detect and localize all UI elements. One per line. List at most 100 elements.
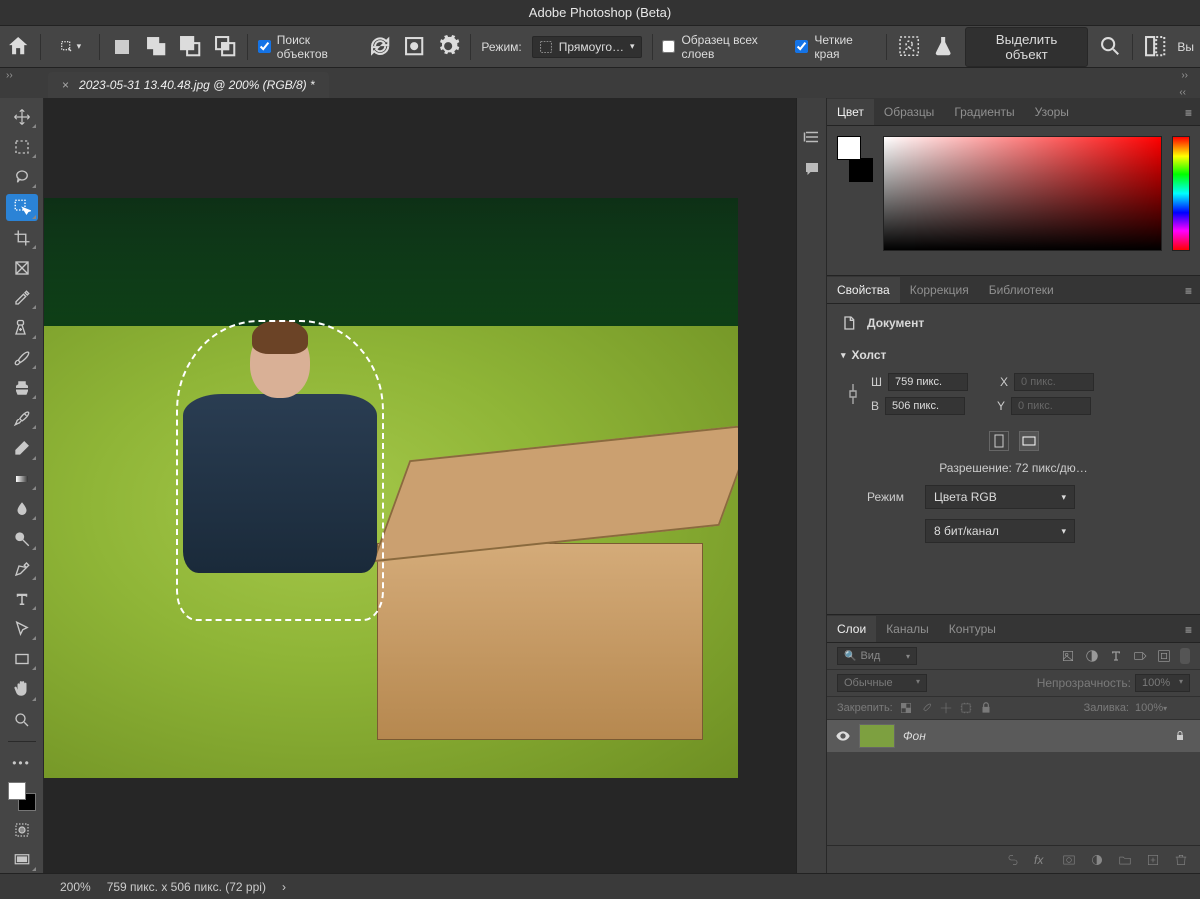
refresh-icon[interactable] xyxy=(368,34,392,60)
lock-artboard-icon[interactable] xyxy=(959,701,973,715)
eraser-tool[interactable] xyxy=(6,435,38,461)
add-selection-icon[interactable] xyxy=(144,34,168,60)
layer-row[interactable]: Фон xyxy=(827,720,1200,752)
hard-edge-checkbox[interactable]: Четкие края xyxy=(795,33,875,61)
panel-menu-icon[interactable]: ≡ xyxy=(1185,106,1192,120)
foreground-background-colors[interactable] xyxy=(6,780,38,813)
panel-menu-icon[interactable]: ≡ xyxy=(1185,623,1192,637)
foreground-swatch[interactable] xyxy=(8,782,26,800)
filter-type-icon[interactable] xyxy=(1108,648,1124,664)
adjustment-layer-icon[interactable] xyxy=(1090,853,1104,867)
screen-mode-tool[interactable] xyxy=(6,847,38,873)
clone-stamp-tool[interactable] xyxy=(6,375,38,401)
healing-brush-tool[interactable] xyxy=(6,315,38,341)
tab-properties[interactable]: Свойства xyxy=(827,277,900,303)
tab-libraries[interactable]: Библиотеки xyxy=(979,277,1064,303)
intersect-selection-icon[interactable] xyxy=(213,34,237,60)
subtract-selection-icon[interactable] xyxy=(178,34,202,60)
tab-color[interactable]: Цвет xyxy=(827,99,874,125)
color-mode-dropdown[interactable]: Цвета RGB▾ xyxy=(925,485,1075,509)
gradient-tool[interactable] xyxy=(6,466,38,492)
link-layers-icon[interactable] xyxy=(1006,853,1020,867)
layer-effects-icon[interactable]: fx xyxy=(1034,853,1048,867)
new-group-icon[interactable] xyxy=(1118,853,1132,867)
sample-all-layers-checkbox[interactable]: Образец всех слоев xyxy=(662,33,785,61)
zoom-level[interactable]: 200% xyxy=(60,880,91,894)
canvas-area[interactable] xyxy=(44,98,796,873)
hand-tool[interactable] xyxy=(6,676,38,702)
bit-depth-dropdown[interactable]: 8 бит/канал▾ xyxy=(925,519,1075,543)
eyedropper-tool[interactable] xyxy=(6,285,38,311)
edit-toolbar[interactable]: ••• xyxy=(6,750,38,776)
tool-preset-dropdown[interactable]: ▾ xyxy=(51,34,88,60)
new-selection-icon[interactable] xyxy=(110,34,134,60)
new-layer-icon[interactable] xyxy=(1146,853,1160,867)
doc-info[interactable]: 759 пикс. x 506 пикс. (72 ppi) xyxy=(107,880,266,894)
move-tool[interactable] xyxy=(6,104,38,130)
lock-position-icon[interactable] xyxy=(939,701,953,715)
beaker-icon[interactable] xyxy=(931,34,955,60)
canvas-accordion[interactable]: ▾Холст xyxy=(827,342,1200,368)
select-and-mask-icon[interactable] xyxy=(1143,34,1167,60)
filter-pixel-icon[interactable] xyxy=(1060,648,1076,664)
select-mask-icon[interactable] xyxy=(897,34,921,60)
link-dimensions-icon[interactable] xyxy=(843,382,863,406)
width-field[interactable] xyxy=(888,373,968,391)
home-icon[interactable] xyxy=(6,34,30,60)
object-selection-tool[interactable] xyxy=(6,194,38,220)
close-icon[interactable]: × xyxy=(62,78,69,92)
select-subject-button[interactable]: Выделить объект xyxy=(965,27,1088,67)
blend-mode-dropdown[interactable]: Обычные▾ xyxy=(837,674,927,692)
tab-adjustments[interactable]: Коррекция xyxy=(900,277,979,303)
visibility-icon[interactable] xyxy=(835,728,851,744)
filter-toggle[interactable] xyxy=(1180,648,1190,664)
gear-icon[interactable] xyxy=(436,34,460,60)
orientation-landscape-button[interactable] xyxy=(1019,431,1039,451)
brush-tool[interactable] xyxy=(6,345,38,371)
collapse-right-icon[interactable]: ‹‹ xyxy=(1179,87,1186,98)
lasso-tool[interactable] xyxy=(6,164,38,190)
history-brush-tool[interactable] xyxy=(6,405,38,431)
pen-tool[interactable] xyxy=(6,556,38,582)
layer-thumbnail[interactable] xyxy=(859,724,895,748)
comments-icon[interactable] xyxy=(803,160,821,178)
expand-panels-icon[interactable]: ›› xyxy=(1181,70,1188,81)
orientation-portrait-button[interactable] xyxy=(989,431,1009,451)
chevron-right-icon[interactable]: › xyxy=(282,880,286,894)
height-field[interactable] xyxy=(885,397,965,415)
mode-dropdown[interactable]: Прямоуго…▾ xyxy=(532,36,642,58)
lock-transparency-icon[interactable] xyxy=(899,701,913,715)
lock-all-icon[interactable] xyxy=(979,701,993,715)
document-canvas[interactable] xyxy=(44,198,738,778)
color-spectrum[interactable] xyxy=(883,136,1162,251)
tab-channels[interactable]: Каналы xyxy=(876,616,939,642)
type-tool[interactable] xyxy=(6,586,38,612)
overlay-settings-icon[interactable] xyxy=(402,34,426,60)
document-tab[interactable]: × 2023-05-31 13.40.48.jpg @ 200% (RGB/8)… xyxy=(48,72,329,98)
path-selection-tool[interactable] xyxy=(6,616,38,642)
tab-layers[interactable]: Слои xyxy=(827,616,876,642)
hue-slider[interactable] xyxy=(1172,136,1190,251)
tab-paths[interactable]: Контуры xyxy=(939,616,1006,642)
fill-field[interactable]: 100%▾ xyxy=(1135,702,1190,714)
panel-menu-icon[interactable]: ≡ xyxy=(1185,284,1192,298)
tab-patterns[interactable]: Узоры xyxy=(1025,99,1079,125)
crop-tool[interactable] xyxy=(6,225,38,251)
layer-name[interactable]: Фон xyxy=(903,729,926,743)
filter-shape-icon[interactable] xyxy=(1132,648,1148,664)
tab-swatches[interactable]: Образцы xyxy=(874,99,944,125)
quick-mask-tool[interactable] xyxy=(6,817,38,843)
filter-kind-dropdown[interactable]: 🔍Вид▾ xyxy=(837,647,917,665)
delete-layer-icon[interactable] xyxy=(1174,853,1188,867)
rectangle-tool[interactable] xyxy=(6,646,38,672)
frame-tool[interactable] xyxy=(6,255,38,281)
filter-smart-icon[interactable] xyxy=(1156,648,1172,664)
marquee-tool[interactable] xyxy=(6,134,38,160)
lock-image-icon[interactable] xyxy=(919,701,933,715)
dodge-tool[interactable] xyxy=(6,526,38,552)
paragraph-styles-icon[interactable] xyxy=(803,128,821,146)
zoom-icon[interactable] xyxy=(1098,34,1122,60)
tab-gradients[interactable]: Градиенты xyxy=(944,99,1024,125)
x-field[interactable] xyxy=(1014,373,1094,391)
blur-tool[interactable] xyxy=(6,496,38,522)
